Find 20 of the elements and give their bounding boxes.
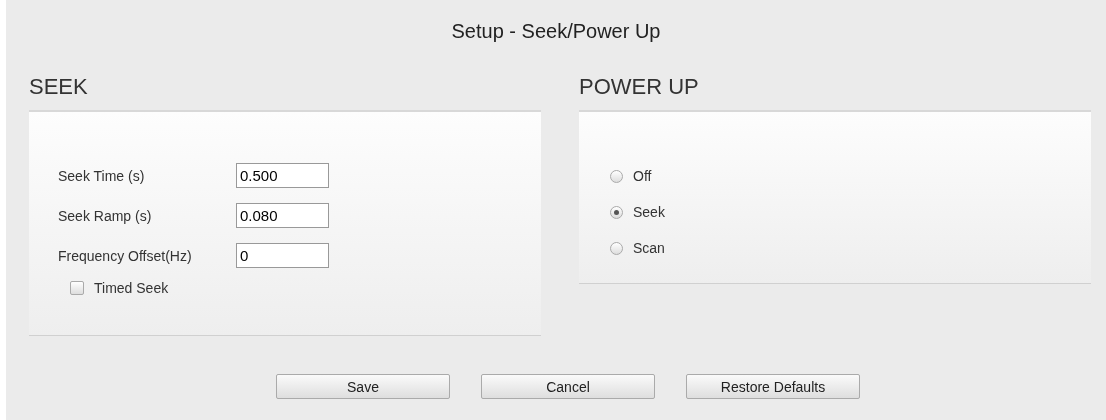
- section-heading: POWER UP: [579, 74, 700, 100]
- radio-label: Seek: [633, 204, 665, 220]
- field-label: Seek Ramp (s): [58, 207, 153, 224]
- radio-label: Off: [633, 168, 652, 184]
- radio-button[interactable]: [610, 205, 623, 219]
- checkbox-label: Timed Seek: [94, 280, 169, 296]
- action-button[interactable]: Save: [276, 374, 450, 399]
- radio-label: Scan: [633, 240, 665, 256]
- action-button[interactable]: Cancel: [481, 374, 655, 399]
- checkbox[interactable]: [70, 281, 84, 295]
- action-button[interactable]: Restore Defaults: [686, 374, 860, 399]
- input-field[interactable]: 0.500: [236, 163, 329, 188]
- field-label: Seek Time (s): [58, 167, 146, 184]
- input-field[interactable]: 0.080: [236, 203, 329, 228]
- page-title: Setup - Seek/Power Up: [450, 19, 662, 44]
- radio-button[interactable]: [610, 241, 623, 255]
- field-label: Frequency Offset(Hz): [58, 247, 193, 264]
- radio-button[interactable]: [610, 169, 623, 183]
- input-field[interactable]: 0: [236, 243, 329, 268]
- section-heading: SEEK: [29, 74, 89, 100]
